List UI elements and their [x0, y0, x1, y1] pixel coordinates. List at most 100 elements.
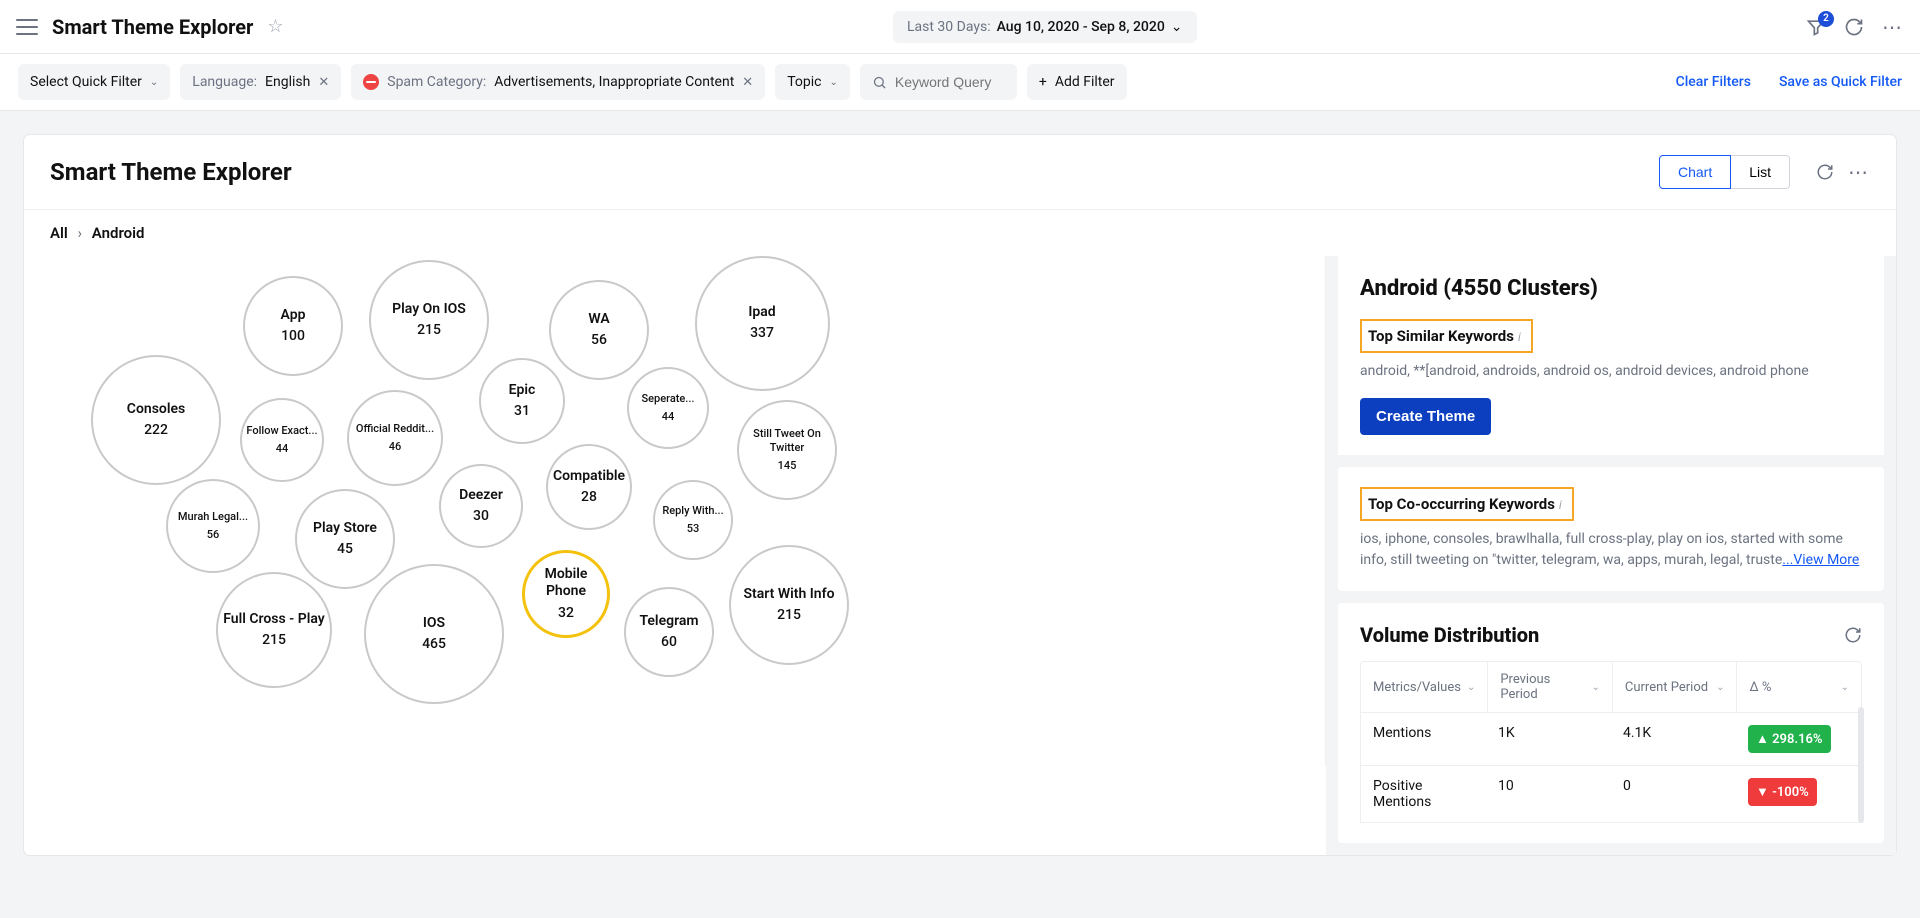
chevron-down-icon: ⌄	[150, 77, 158, 88]
spam-key: Spam Category:	[387, 74, 486, 90]
topic-label: Topic	[787, 74, 821, 90]
spam-value: Advertisements, Inappropriate Content	[494, 74, 734, 90]
bubble-play-store[interactable]: Play Store45	[295, 489, 395, 589]
bubble-murah-legal-[interactable]: Murah Legal...56	[166, 479, 260, 573]
bubble-compatible[interactable]: Compatible28	[546, 444, 632, 530]
plus-icon: +	[1039, 74, 1047, 90]
refresh-icon[interactable]	[1844, 17, 1864, 37]
bubble-deezer[interactable]: Deezer30	[439, 464, 523, 548]
chevron-down-icon: ⌄	[829, 77, 837, 88]
volume-title: Volume Distribution	[1360, 623, 1539, 647]
date-range-label: Last 30 Days:	[907, 19, 991, 35]
bubble-mobile-phone[interactable]: Mobile Phone32	[522, 550, 610, 638]
bubble-seperate-[interactable]: Seperate...44	[627, 367, 709, 449]
quick-filter-chip[interactable]: Select Quick Filter ⌄	[18, 64, 170, 100]
bubble-still-tweet-on-twitter[interactable]: Still Tweet On Twitter145	[737, 400, 837, 500]
info-icon[interactable]: i	[1559, 498, 1562, 512]
bubble-chart[interactable]: Consoles222App100 Play On IOS215 WA56 Ipad3…	[24, 256, 1326, 766]
cell-curr: 4.1K	[1611, 713, 1736, 765]
add-filter-label: Add Filter	[1055, 74, 1115, 90]
language-value: English	[265, 74, 310, 90]
star-icon[interactable]: ☆	[267, 16, 283, 37]
close-icon[interactable]: ✕	[742, 75, 753, 90]
cell-delta: ▼ -100%	[1736, 766, 1861, 822]
bubble-telegram[interactable]: Telegram60	[624, 587, 714, 677]
bubble-wa[interactable]: WA56	[549, 280, 649, 380]
bubble-ios[interactable]: IOS465	[364, 564, 504, 704]
top-co-text: ios, iphone, consoles, brawlhalla, full …	[1360, 529, 1862, 571]
view-more-link[interactable]: ...View More	[1782, 552, 1859, 568]
filter-bar: Select Quick Filter ⌄ Language: English …	[0, 54, 1920, 111]
bubble-play-on-ios[interactable]: Play On IOS215	[369, 260, 489, 380]
chevron-down-icon: ⌄	[1592, 682, 1600, 693]
more-icon[interactable]: ⋯	[1848, 160, 1870, 184]
breadcrumb: All › Android	[24, 209, 1896, 256]
col-delta[interactable]: Δ %⌄	[1737, 662, 1861, 712]
bubble-start-with-info[interactable]: Start With Info215	[729, 545, 849, 665]
cell-curr: 0	[1611, 766, 1736, 822]
keyword-input[interactable]	[895, 74, 1005, 90]
menu-icon[interactable]	[16, 19, 38, 35]
search-icon	[872, 75, 887, 90]
cell-metric: Mentions	[1361, 713, 1486, 765]
bubble-ipad[interactable]: Ipad337	[695, 256, 830, 391]
chevron-down-icon: ⌄	[1841, 682, 1849, 693]
date-range-picker[interactable]: Last 30 Days: Aug 10, 2020 - Sep 8, 2020…	[893, 11, 1197, 43]
volume-table: Metrics/Values⌄ Previous Period⌄ Current…	[1360, 661, 1862, 823]
crumb-all[interactable]: All	[50, 224, 68, 242]
create-theme-button[interactable]: Create Theme	[1360, 398, 1491, 435]
bubble-epic[interactable]: Epic31	[479, 358, 565, 444]
chevron-right-icon: ›	[78, 224, 83, 242]
bubble-consoles[interactable]: Consoles222	[91, 355, 221, 485]
side-panel: Android (4550 Clusters) Top Similar Keyw…	[1326, 256, 1896, 855]
top-bar: Smart Theme Explorer ☆ Last 30 Days: Aug…	[0, 0, 1920, 54]
language-chip[interactable]: Language: English ✕	[180, 64, 341, 100]
card-title: Smart Theme Explorer	[50, 158, 1645, 186]
date-range-value: Aug 10, 2020 - Sep 8, 2020	[997, 19, 1165, 35]
view-toggle: Chart List	[1659, 155, 1790, 189]
refresh-icon[interactable]	[1844, 626, 1862, 644]
page-title: Smart Theme Explorer	[52, 15, 253, 39]
scrollbar[interactable]	[1858, 707, 1864, 823]
col-current[interactable]: Current Period⌄	[1613, 662, 1738, 712]
top-similar-text: android, **[android, androids, android o…	[1360, 361, 1862, 382]
bubble-official-reddit-[interactable]: Official Reddit...46	[347, 390, 443, 486]
refresh-icon[interactable]	[1816, 163, 1834, 181]
bubble-reply-with-[interactable]: Reply With...53	[653, 480, 733, 560]
no-entry-icon	[363, 74, 379, 90]
close-icon[interactable]: ✕	[318, 75, 329, 90]
cell-metric: Positive Mentions	[1361, 766, 1486, 822]
bubble-app[interactable]: App100	[243, 276, 343, 376]
main-card: Smart Theme Explorer Chart List ⋯ All › …	[24, 135, 1896, 855]
chevron-down-icon: ⌄	[1716, 682, 1724, 693]
topic-chip[interactable]: Topic ⌄	[775, 64, 850, 100]
top-co-title: Top Co-occurring Keywordsi	[1360, 487, 1574, 521]
language-key: Language:	[192, 74, 257, 90]
clear-filters-link[interactable]: Clear Filters	[1676, 74, 1751, 90]
info-icon[interactable]: i	[1518, 330, 1521, 344]
col-metrics[interactable]: Metrics/Values⌄	[1361, 662, 1488, 712]
cell-prev: 10	[1486, 766, 1611, 822]
table-row: Positive Mentions100▼ -100%	[1360, 766, 1862, 823]
view-chart-button[interactable]: Chart	[1659, 155, 1731, 189]
cell-delta: ▲ 298.16%	[1736, 713, 1861, 765]
more-icon[interactable]: ⋯	[1882, 15, 1904, 39]
top-similar-title: Top Similar Keywordsi	[1360, 319, 1533, 353]
bubble-full-cross-play[interactable]: Full Cross - Play215	[216, 572, 332, 688]
cluster-heading: Android (4550 Clusters)	[1360, 276, 1862, 301]
chevron-down-icon: ⌄	[1171, 19, 1183, 35]
add-filter-chip[interactable]: + Add Filter	[1027, 64, 1127, 100]
filter-icon[interactable]: 2	[1806, 17, 1826, 37]
chevron-down-icon: ⌄	[1467, 682, 1475, 693]
table-row: Mentions1K4.1K▲ 298.16%	[1360, 713, 1862, 766]
cell-prev: 1K	[1486, 713, 1611, 765]
view-list-button[interactable]: List	[1731, 155, 1790, 189]
bubble-follow-exact-[interactable]: Follow Exact...44	[240, 398, 324, 482]
filter-count-badge: 2	[1818, 11, 1834, 27]
save-quick-filter-link[interactable]: Save as Quick Filter	[1779, 74, 1902, 90]
crumb-current: Android	[92, 224, 145, 242]
keyword-query-chip[interactable]	[860, 64, 1017, 100]
quick-filter-label: Select Quick Filter	[30, 74, 142, 90]
spam-chip[interactable]: Spam Category: Advertisements, Inappropr…	[351, 64, 765, 100]
col-previous[interactable]: Previous Period⌄	[1488, 662, 1613, 712]
